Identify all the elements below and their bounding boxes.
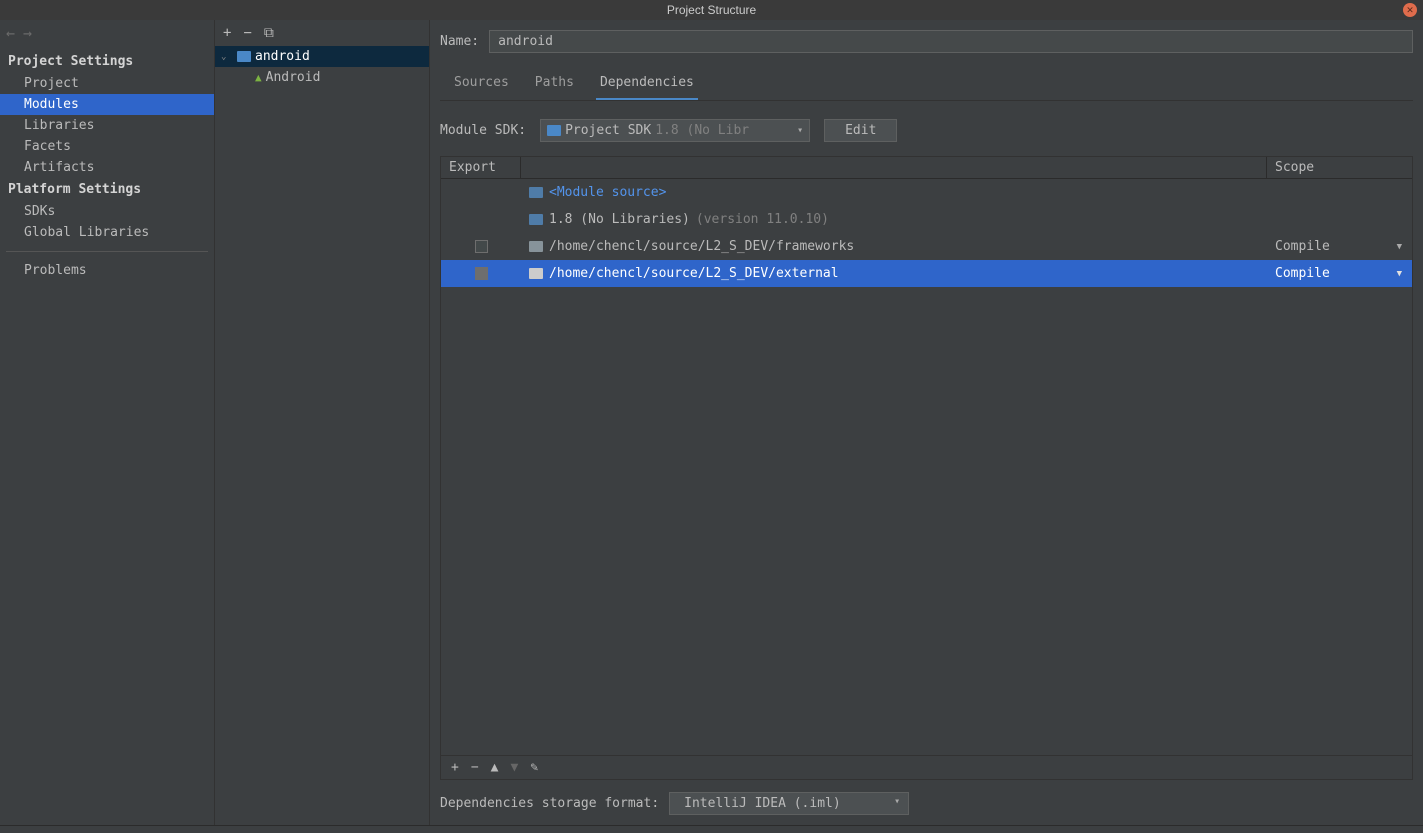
table-row[interactable]: /home/chencl/source/L2_S_DEV/external Co…: [441, 260, 1412, 287]
add-module-icon[interactable]: +: [223, 25, 231, 41]
sdk-label: Module SDK:: [440, 123, 526, 138]
tree-node-android-child[interactable]: ▲ Android: [215, 67, 429, 88]
tab-paths[interactable]: Paths: [531, 69, 578, 100]
move-up-icon[interactable]: ▲: [491, 760, 499, 775]
tree-label: android: [255, 49, 310, 64]
section-heading-project: Project Settings: [0, 50, 214, 73]
sdk-select[interactable]: Project SDK 1.8 (No Libr: [540, 119, 810, 142]
jdk-icon: [529, 214, 543, 225]
module-name-input[interactable]: [489, 30, 1413, 53]
nav-row: ← →: [0, 20, 214, 46]
dependencies-table: Export Scope <Module source>: [440, 156, 1413, 780]
scope-select[interactable]: Compile ▼: [1267, 263, 1412, 284]
table-row[interactable]: <Module source>: [441, 179, 1412, 206]
table-row[interactable]: /home/chencl/source/L2_S_DEV/frameworks …: [441, 233, 1412, 260]
table-row[interactable]: 1.8 (No Libraries) (version 11.0.10): [441, 206, 1412, 233]
export-checkbox[interactable]: [475, 240, 488, 253]
name-label: Name:: [440, 34, 479, 49]
sdk-value: Project SDK: [565, 123, 651, 138]
titlebar: Project Structure ✕: [0, 0, 1423, 20]
sdk-version-dim: 1.8 (No Libr: [655, 123, 749, 138]
module-toolbar: + − ⧉: [215, 20, 429, 46]
folder-icon: [529, 241, 543, 252]
tab-sources[interactable]: Sources: [450, 69, 513, 100]
section-heading-platform: Platform Settings: [0, 178, 214, 201]
jdk-name: 1.8 (No Libraries): [549, 212, 690, 227]
export-checkbox[interactable]: [475, 267, 488, 280]
expand-icon[interactable]: ⌄: [221, 52, 233, 62]
jdk-version: (version 11.0.10): [696, 212, 829, 227]
scope-select[interactable]: Compile ▼: [1267, 236, 1412, 257]
module-icon: [237, 51, 251, 62]
module-source-label: <Module source>: [549, 185, 666, 200]
edit-dependency-icon[interactable]: ✎: [530, 760, 538, 775]
sidebar-item-project[interactable]: Project: [0, 73, 214, 94]
dependency-path: /home/chencl/source/L2_S_DEV/frameworks: [549, 239, 854, 254]
edit-button[interactable]: Edit: [824, 119, 897, 142]
dependency-path: /home/chencl/source/L2_S_DEV/external: [549, 266, 839, 281]
nav-forward-icon[interactable]: →: [23, 24, 32, 42]
add-dependency-icon[interactable]: +: [451, 760, 459, 775]
chevron-down-icon: ▼: [1397, 269, 1402, 279]
storage-value: IntelliJ IDEA (.iml): [684, 796, 841, 811]
window-title: Project Structure: [667, 3, 756, 17]
sdk-row: Module SDK: Project SDK 1.8 (No Libr Edi…: [440, 119, 1413, 142]
module-panel: + − ⧉ ⌄ android ▲ Android: [215, 20, 430, 825]
android-icon: ▲: [255, 71, 262, 84]
nav-back-icon[interactable]: ←: [6, 24, 15, 42]
sidebar-item-sdks[interactable]: SDKs: [0, 201, 214, 222]
tree-label: Android: [266, 70, 321, 85]
sidebar-item-modules[interactable]: Modules: [0, 94, 214, 115]
folder-icon: [529, 187, 543, 198]
footer: [0, 825, 1423, 833]
storage-row: Dependencies storage format: IntelliJ ID…: [440, 780, 1413, 825]
header-export[interactable]: Export: [441, 157, 521, 178]
sidebar-item-libraries[interactable]: Libraries: [0, 115, 214, 136]
content-panel: Name: Sources Paths Dependencies Module …: [430, 20, 1423, 825]
module-tree: ⌄ android ▲ Android: [215, 46, 429, 825]
close-icon[interactable]: ✕: [1403, 3, 1417, 17]
dependency-toolbar: + − ▲ ▼ ✎: [441, 755, 1412, 779]
storage-label: Dependencies storage format:: [440, 796, 659, 811]
table-header: Export Scope: [441, 157, 1412, 179]
name-row: Name:: [440, 30, 1413, 53]
sidebar-item-global-libraries[interactable]: Global Libraries: [0, 222, 214, 243]
header-name[interactable]: [521, 157, 1267, 178]
remove-dependency-icon[interactable]: −: [471, 760, 479, 775]
storage-select[interactable]: IntelliJ IDEA (.iml): [669, 792, 909, 815]
copy-module-icon[interactable]: ⧉: [264, 25, 274, 41]
move-down-icon[interactable]: ▼: [510, 760, 518, 775]
table-body: <Module source> 1.8 (No Libraries) (vers…: [441, 179, 1412, 755]
tree-node-android[interactable]: ⌄ android: [215, 46, 429, 67]
main-container: ← → Project Settings Project Modules Lib…: [0, 20, 1423, 825]
sdk-icon: [547, 125, 561, 136]
tabs: Sources Paths Dependencies: [440, 69, 1413, 101]
folder-icon: [529, 268, 543, 279]
tab-dependencies[interactable]: Dependencies: [596, 69, 698, 100]
remove-module-icon[interactable]: −: [243, 25, 251, 41]
sidebar-item-problems[interactable]: Problems: [0, 260, 214, 281]
sidebar-divider: [6, 251, 208, 252]
chevron-down-icon: ▼: [1397, 242, 1402, 252]
sidebar-item-facets[interactable]: Facets: [0, 136, 214, 157]
sidebar-item-artifacts[interactable]: Artifacts: [0, 157, 214, 178]
settings-sidebar: ← → Project Settings Project Modules Lib…: [0, 20, 215, 825]
header-scope[interactable]: Scope: [1267, 157, 1412, 178]
